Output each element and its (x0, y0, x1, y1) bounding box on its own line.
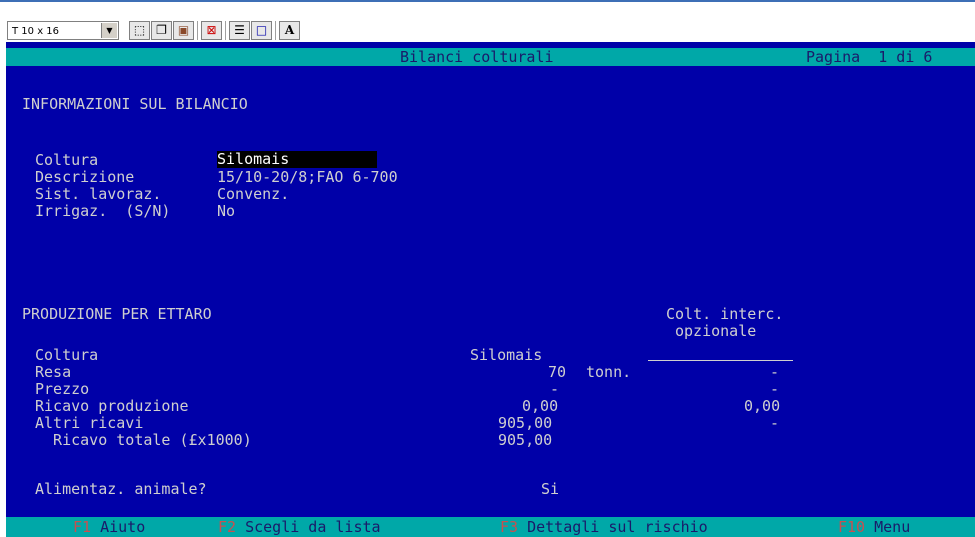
row-altri-ricavi-value[interactable]: 905,00 (498, 415, 552, 432)
alimentaz-field[interactable]: Si (541, 481, 559, 498)
background-button[interactable]: □ (251, 21, 272, 40)
row-coltura-value: Silomais (470, 346, 543, 364)
fullscreen-button[interactable]: ⊠ (201, 21, 222, 40)
window-border (0, 0, 975, 2)
background-icon: □ (255, 23, 268, 37)
f10-menu-key[interactable]: F10 Menu (838, 519, 910, 536)
produzione-heading: PRODUZIONE PER ETTARO (22, 305, 212, 323)
row-resa-interc[interactable]: - (770, 364, 779, 381)
coltura-field[interactable]: Silomais (217, 151, 377, 168)
row-altri-ricavi-label: Altri ricavi (35, 414, 144, 432)
f3-key: F3 (500, 518, 519, 536)
font-size-select[interactable]: T 10 x 16 ▼ (7, 21, 119, 40)
row-resa-unit: tonn. (586, 363, 632, 381)
descrizione-field[interactable]: 15/10-20/8;FAO 6-700 (217, 169, 398, 186)
f1-key: F1 (73, 518, 92, 536)
row-ricavo-produzione-label: Ricavo produzione (35, 397, 189, 415)
page-indicator: Pagina 1 di 6 (806, 48, 933, 66)
row-resa-label: Resa (35, 363, 72, 381)
row-prezzo-label: Prezzo (35, 380, 90, 398)
f10-label: Menu (874, 518, 911, 536)
f2-list-key[interactable]: F2 Scegli da lista (218, 519, 381, 536)
row-ricavo-produzione-interc: 0,00 (744, 397, 781, 415)
f1-label: Aiuto (100, 518, 146, 536)
row-ricavo-totale-value: 905,00 (498, 431, 553, 449)
mark-button[interactable]: ⬚ (129, 21, 150, 40)
row-prezzo-interc[interactable]: - (770, 381, 779, 398)
toolbar-separator (197, 21, 198, 40)
f10-key: F10 (838, 518, 866, 536)
font-icon: A (284, 23, 295, 37)
irrigaz-field[interactable]: No (217, 203, 235, 220)
f2-label: Scegli da lista (245, 518, 381, 536)
chevron-down-icon[interactable]: ▼ (101, 23, 117, 38)
toolbar-separator (225, 21, 226, 40)
opzionale-column-header: opzionale (675, 322, 757, 340)
font-button[interactable]: A (279, 21, 300, 40)
coltura-label: Coltura (35, 151, 99, 169)
toolbar-separator (275, 21, 276, 40)
info-heading: INFORMAZIONI SUL BILANCIO (22, 95, 248, 113)
paste-button[interactable]: ▣ (173, 21, 194, 40)
console-screen (6, 42, 975, 537)
fullscreen-icon: ⊠ (206, 23, 217, 37)
f2-key: F2 (218, 518, 237, 536)
function-key-bar (6, 517, 975, 537)
properties-icon: ☰ (234, 23, 245, 37)
screen-title: Bilanci colturali (400, 48, 554, 66)
font-size-select-value: T 10 x 16 (12, 26, 60, 37)
row-altri-ricavi-interc[interactable]: - (770, 415, 779, 432)
alimentaz-label: Alimentaz. animale? (35, 480, 207, 498)
interc-column-header: Colt. interc. (666, 305, 784, 323)
row-resa-value[interactable]: 70 (548, 364, 566, 381)
console-toolbar: T 10 x 16 ▼ ⬚ ❐ ▣ ⊠ ☰ □ A (0, 0, 975, 42)
sist-lavoraz-label: Sist. lavoraz. (35, 185, 162, 203)
f3-risk-key[interactable]: F3 Dettagli sul rischio (500, 519, 708, 536)
copy-icon: ❐ (156, 23, 167, 37)
descrizione-label: Descrizione (35, 168, 135, 186)
column-underline (648, 360, 793, 361)
f1-help-key[interactable]: F1 Aiuto (73, 519, 145, 536)
row-ricavo-totale-label: Ricavo totale (£x1000) (35, 431, 252, 449)
properties-button[interactable]: ☰ (229, 21, 250, 40)
paste-icon: ▣ (177, 23, 190, 37)
mark-icon: ⬚ (133, 23, 146, 37)
row-prezzo-value[interactable]: - (550, 381, 559, 398)
row-coltura-label: Coltura (35, 346, 99, 364)
f3-label: Dettagli sul rischio (527, 518, 708, 536)
row-ricavo-produzione-value: 0,00 (522, 397, 559, 415)
irrigaz-label: Irrigaz. (S/N) (35, 202, 171, 220)
sist-lavoraz-field[interactable]: Convenz. (217, 186, 289, 203)
copy-button[interactable]: ❐ (151, 21, 172, 40)
